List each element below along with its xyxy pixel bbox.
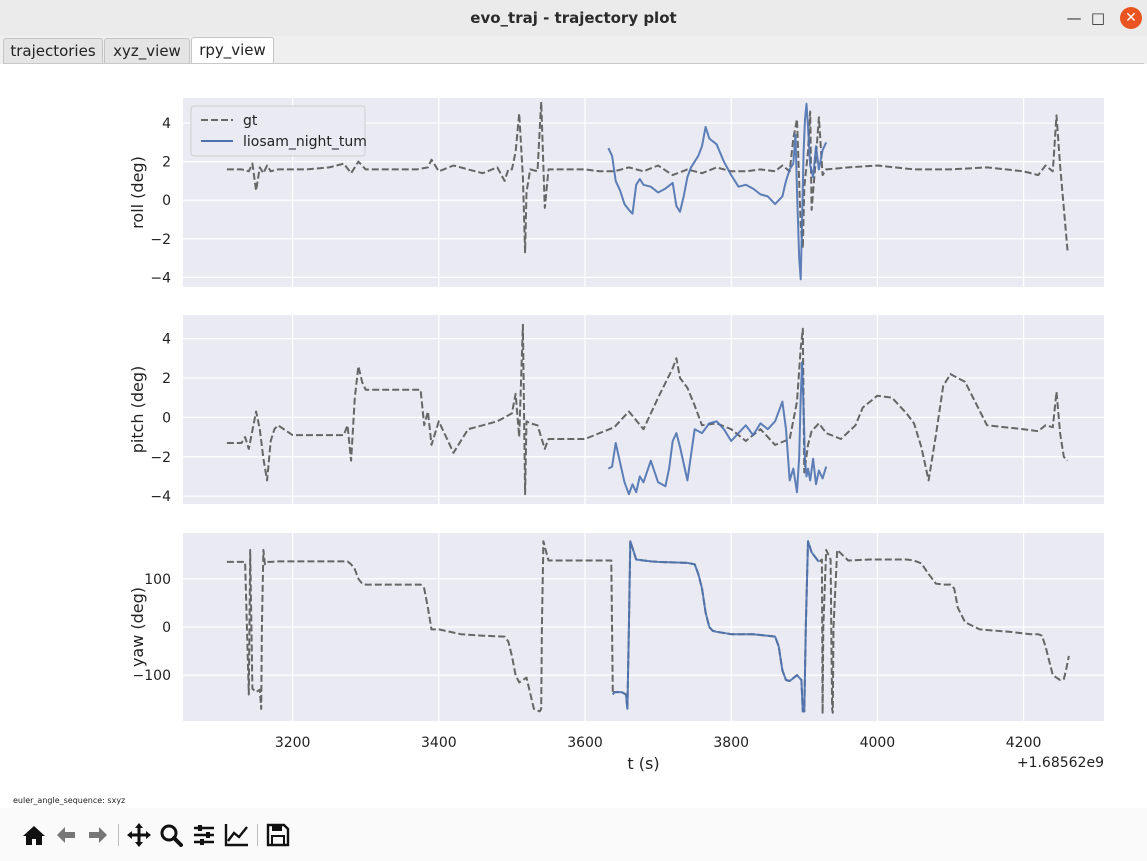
subplots-config-icon[interactable] [191, 822, 217, 848]
y-tick-label: −4 [150, 489, 171, 505]
x-tick-label: 4000 [860, 735, 896, 751]
tab-xyz-view[interactable]: xyz_view [104, 38, 190, 63]
back-arrow-icon[interactable] [53, 822, 79, 848]
y-tick-label: −100 [133, 668, 171, 684]
home-icon[interactable] [21, 822, 47, 848]
toolbar-separator [118, 824, 119, 846]
save-icon[interactable] [265, 822, 291, 848]
tab-bar: trajectories xyz_view rpy_view [0, 36, 1147, 64]
axes-background [183, 315, 1104, 504]
y-axis-label: roll (deg) [128, 156, 147, 229]
y-tick-label: 0 [162, 410, 171, 426]
window-titlebar: evo_traj - trajectory plot — □ ✕ [0, 0, 1147, 37]
y-axis-label: pitch (deg) [128, 366, 147, 454]
minimize-icon[interactable]: — [1062, 6, 1086, 30]
x-tick-label: 3400 [421, 735, 457, 751]
tab-rpy-view[interactable]: rpy_view [191, 37, 274, 64]
maximize-icon[interactable]: □ [1086, 6, 1110, 30]
toolbar-separator [257, 824, 258, 846]
close-icon[interactable]: ✕ [1120, 7, 1142, 29]
y-tick-label: 2 [162, 371, 171, 387]
y-tick-label: 2 [162, 155, 171, 171]
zoom-icon[interactable] [158, 822, 184, 848]
x-tick-label: 3200 [275, 735, 311, 751]
y-tick-label: −2 [150, 232, 171, 248]
plot-panel: 4 2 0 −2 −4 roll (deg) 4 2 0 −2 −4 pitch (deg) 100 0 −… [3, 63, 1144, 809]
window-title: evo_traj - trajectory plot [470, 9, 677, 27]
y-tick-label: −4 [150, 270, 171, 286]
navigation-toolbar [0, 808, 1147, 861]
y-tick-label: 4 [162, 116, 171, 132]
y-tick-label: 4 [162, 332, 171, 348]
forward-arrow-icon[interactable] [85, 822, 111, 848]
x-tick-label: 3600 [567, 735, 603, 751]
y-tick-label: 0 [162, 620, 171, 636]
axes-edit-icon[interactable] [224, 822, 250, 848]
legend-gt-label: gt [243, 113, 258, 129]
x-tick-label: 4200 [1006, 735, 1042, 751]
legend-estimate-label: liosam_night_tum [243, 134, 367, 150]
x-tick-label: 3800 [713, 735, 749, 751]
x-axis-label: t (s) [627, 754, 659, 773]
y-tick-label: −2 [150, 450, 171, 466]
pan-icon[interactable] [126, 822, 152, 848]
rpy-figure[interactable]: 4 2 0 −2 −4 roll (deg) 4 2 0 −2 −4 pitch (deg) 100 0 −… [3, 64, 1144, 794]
y-tick-label: 100 [144, 572, 171, 588]
y-tick-label: 0 [162, 193, 171, 209]
y-axis-label: yaw (deg) [128, 587, 147, 667]
tab-trajectories[interactable]: trajectories [3, 38, 103, 63]
status-text: euler_angle_sequence: sxyz [13, 796, 126, 805]
x-offset-label: +1.68562e9 [1017, 755, 1104, 771]
